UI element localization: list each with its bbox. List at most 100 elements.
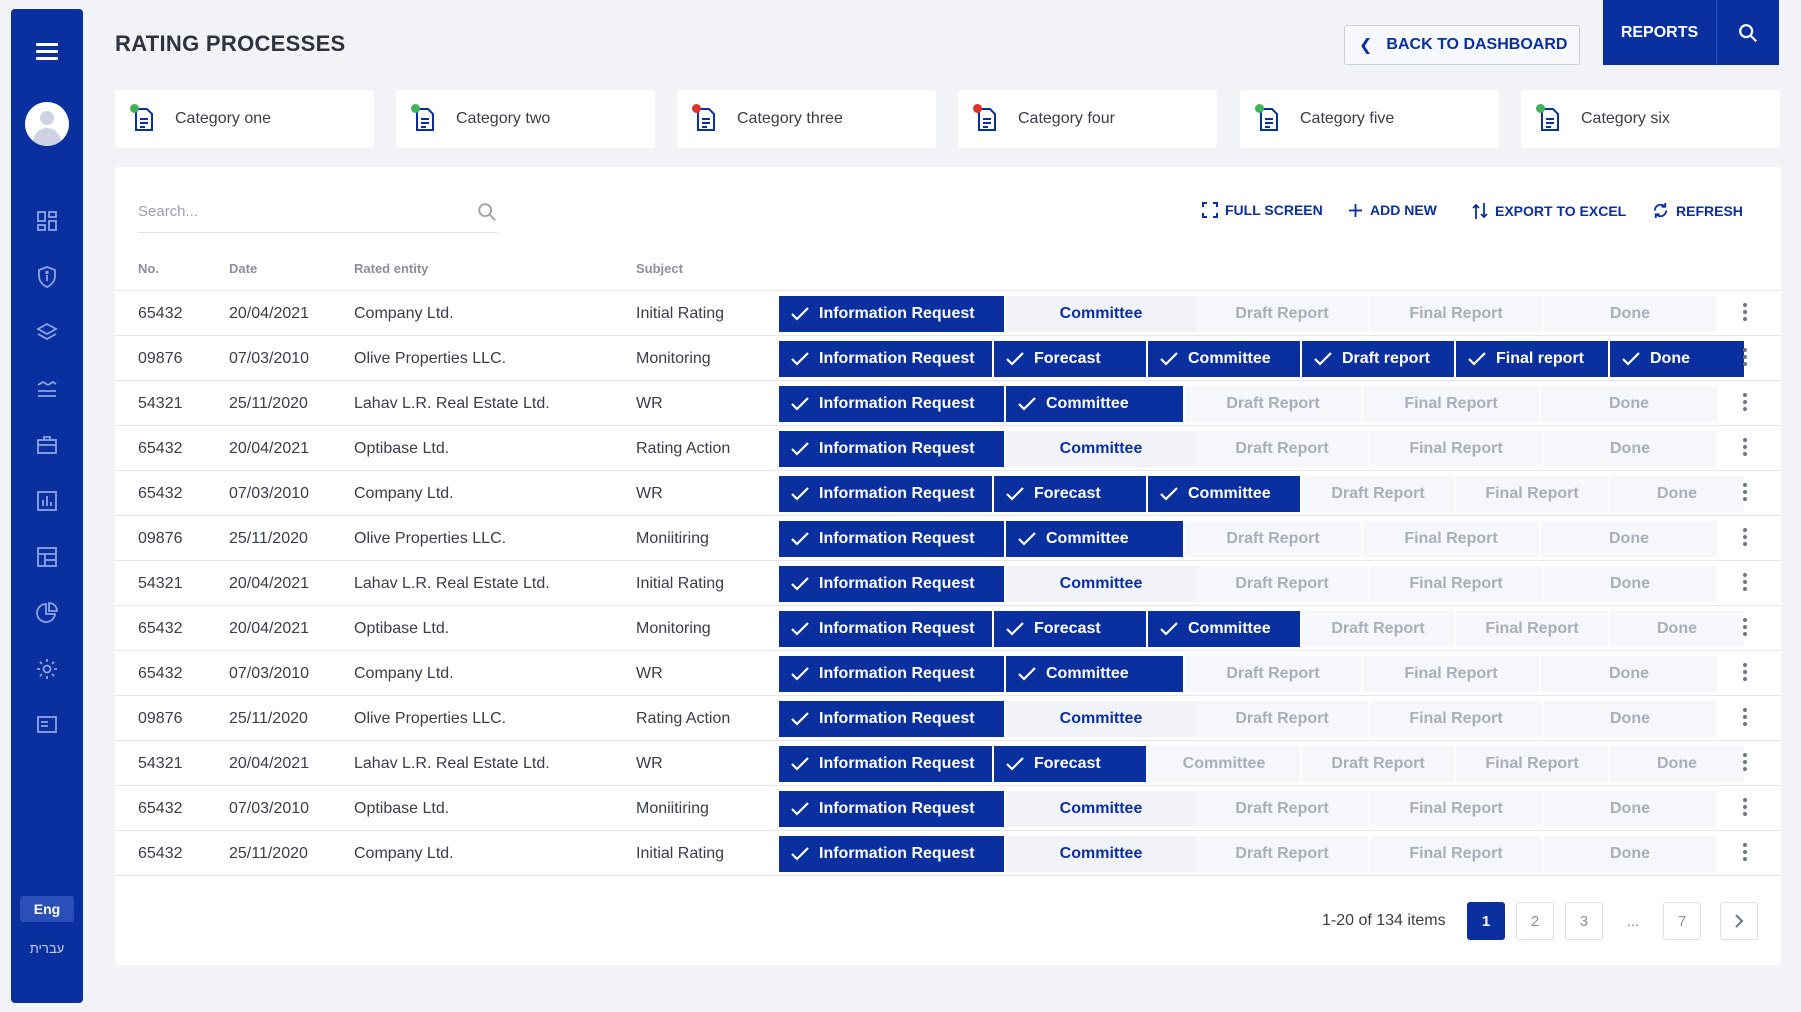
hamburger-menu-icon[interactable] [36, 43, 58, 61]
category-card[interactable]: Category four [958, 90, 1217, 148]
row-more-options-icon[interactable] [1743, 843, 1749, 865]
dashboard-icon[interactable] [35, 209, 59, 233]
process-step[interactable]: Committee [1006, 431, 1196, 467]
process-step[interactable]: Final Report [1370, 701, 1542, 737]
process-step[interactable]: Committee [1006, 521, 1183, 557]
row-more-options-icon[interactable] [1743, 438, 1749, 460]
row-more-options-icon[interactable] [1743, 618, 1749, 640]
process-step[interactable]: Committee [1006, 701, 1196, 737]
row-more-options-icon[interactable] [1743, 663, 1749, 685]
briefcase-icon[interactable] [35, 433, 59, 457]
header-search-button[interactable] [1716, 0, 1779, 65]
process-step[interactable]: Final Report [1456, 746, 1608, 782]
shield-icon[interactable] [35, 265, 59, 289]
table-row[interactable]: 65432 07/03/2010 Company Ltd. WR Information… [115, 651, 1781, 696]
table-row[interactable]: 65432 20/04/2021 Optibase Ltd. Rating Actio… [115, 426, 1781, 471]
row-more-options-icon[interactable] [1743, 393, 1749, 415]
back-to-dashboard-button[interactable]: ❮ BACK TO DASHBOARD [1344, 25, 1580, 65]
process-step[interactable]: Information Request [779, 656, 1004, 692]
table-row[interactable]: 09876 25/11/2020 Olive Properties LLC. Rati… [115, 696, 1781, 741]
process-step[interactable]: Final Report [1363, 656, 1539, 692]
process-step[interactable]: Draft Report [1196, 701, 1368, 737]
table-row[interactable]: 54321 20/04/2021 Lahav L.R. Real Estate Lt… [115, 561, 1781, 606]
table-row[interactable]: 54321 25/11/2020 Lahav L.R. Real Estate Lt… [115, 381, 1781, 426]
layers-icon[interactable] [35, 321, 59, 345]
column-header-no[interactable]: No. [138, 261, 159, 276]
add-new-button[interactable]: ADD NEW [1348, 202, 1437, 218]
process-step[interactable]: Information Request [779, 611, 992, 647]
process-step[interactable]: Done [1610, 611, 1744, 647]
language-hebrew-button[interactable]: עברית [20, 941, 74, 956]
table-row[interactable]: 65432 07/03/2010 Optibase Ltd. Moniitiring I… [115, 786, 1781, 831]
process-step[interactable]: Information Request [779, 341, 992, 377]
process-step[interactable]: Draft Report [1302, 476, 1454, 512]
column-header-date[interactable]: Date [229, 261, 257, 276]
row-more-options-icon[interactable] [1743, 798, 1749, 820]
search-icon[interactable] [476, 201, 498, 223]
process-step[interactable]: Draft Report [1185, 521, 1361, 557]
reports-button[interactable]: REPORTS [1603, 0, 1716, 65]
process-step[interactable]: Final Report [1363, 386, 1539, 422]
table-icon[interactable] [35, 545, 59, 569]
process-step[interactable]: Done [1544, 431, 1716, 467]
process-step[interactable]: Information Request [779, 431, 1004, 467]
table-row[interactable]: 65432 20/04/2021 Company Ltd. Initial Ratin… [115, 291, 1781, 336]
process-step[interactable]: Information Request [779, 521, 1004, 557]
refresh-button[interactable]: REFRESH [1652, 202, 1743, 219]
row-more-options-icon[interactable] [1743, 753, 1749, 775]
process-step[interactable]: Committee [1006, 656, 1183, 692]
process-step[interactable]: Draft Report [1196, 791, 1368, 827]
process-step[interactable]: Final Report [1456, 476, 1608, 512]
process-step[interactable]: Information Request [779, 296, 1004, 332]
process-step[interactable]: Draft Report [1196, 566, 1368, 602]
category-card[interactable]: Category five [1240, 90, 1499, 148]
process-step[interactable]: Forecast [994, 476, 1146, 512]
table-row[interactable]: 65432 25/11/2020 Company Ltd. Initial Ratin… [115, 831, 1781, 876]
process-step[interactable]: Done [1541, 521, 1717, 557]
row-more-options-icon[interactable] [1743, 303, 1749, 325]
table-row[interactable]: 65432 07/03/2010 Company Ltd. WR Information… [115, 471, 1781, 516]
pagination-page-button[interactable]: 7 [1663, 902, 1701, 940]
table-row[interactable]: 09876 07/03/2010 Olive Properties LLC. Moni… [115, 336, 1781, 381]
process-step[interactable]: Done [1544, 566, 1716, 602]
full-screen-button[interactable]: FULL SCREEN [1202, 202, 1323, 218]
process-step[interactable]: Committee [1148, 341, 1300, 377]
row-more-options-icon[interactable] [1743, 708, 1749, 730]
column-header-subject[interactable]: Subject [636, 261, 683, 276]
process-step[interactable]: Information Request [779, 476, 992, 512]
category-card[interactable]: Category six [1521, 90, 1780, 148]
pagination-page-button[interactable]: 2 [1516, 902, 1554, 940]
process-step[interactable]: Final Report [1370, 791, 1542, 827]
gear-icon[interactable] [35, 657, 59, 681]
category-card[interactable]: Category one [115, 90, 374, 148]
pagination-page-button[interactable]: 3 [1565, 902, 1603, 940]
process-step[interactable]: Final Report [1370, 296, 1542, 332]
process-step[interactable]: Done [1544, 791, 1716, 827]
row-more-options-icon[interactable] [1743, 573, 1749, 595]
process-step[interactable]: Done [1544, 701, 1716, 737]
avatar[interactable] [25, 102, 69, 146]
process-step[interactable]: Final Report [1370, 836, 1542, 872]
process-step[interactable]: Done [1544, 836, 1716, 872]
monitor-icon[interactable] [35, 713, 59, 737]
process-step[interactable]: Information Request [779, 701, 1004, 737]
row-more-options-icon[interactable] [1743, 483, 1749, 505]
process-step[interactable]: Information Request [779, 566, 1004, 602]
process-step[interactable]: Final Report [1456, 611, 1608, 647]
process-step[interactable]: Draft report [1302, 341, 1454, 377]
process-step[interactable]: Done [1544, 296, 1716, 332]
process-step[interactable]: Committee [1006, 836, 1196, 872]
process-step[interactable]: Committee [1006, 296, 1196, 332]
process-step[interactable]: Draft Report [1196, 431, 1368, 467]
column-header-rated-entity[interactable]: Rated entity [354, 261, 428, 276]
process-step[interactable]: Draft Report [1196, 836, 1368, 872]
process-step[interactable]: Information Request [779, 836, 1004, 872]
table-row[interactable]: 09876 25/11/2020 Olive Properties LLC. Moni… [115, 516, 1781, 561]
process-step[interactable]: Forecast [994, 746, 1146, 782]
process-step[interactable]: Done [1610, 746, 1744, 782]
process-step[interactable]: Draft Report [1302, 746, 1454, 782]
process-step[interactable]: Done [1541, 656, 1717, 692]
process-step[interactable]: Draft Report [1196, 296, 1368, 332]
process-step[interactable]: Final Report [1370, 431, 1542, 467]
process-step[interactable]: Committee [1148, 476, 1300, 512]
